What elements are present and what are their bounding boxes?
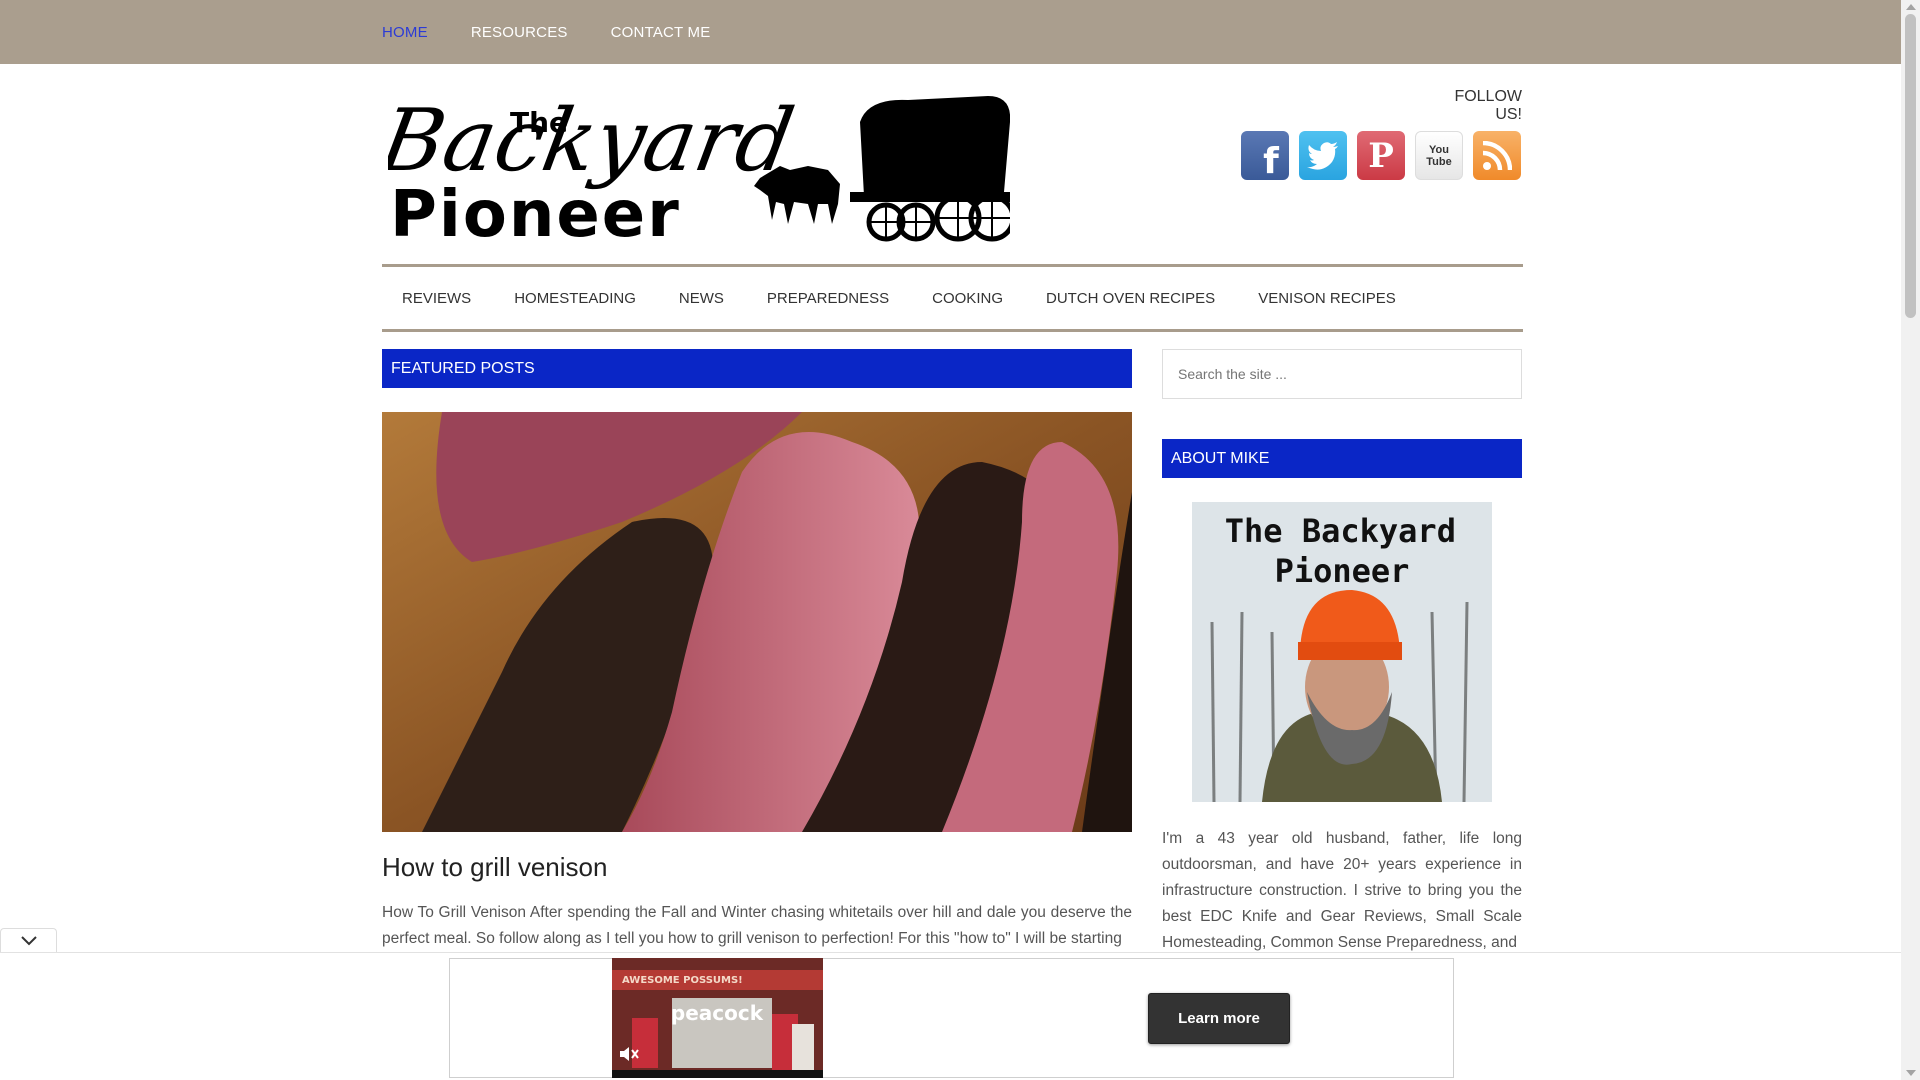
menu-item-cooking[interactable]: COOKING (932, 290, 1003, 307)
rss-glyph (1482, 140, 1512, 170)
site-search-input[interactable] (1162, 349, 1522, 399)
rss-icon[interactable] (1473, 131, 1521, 180)
ad-video-brand: peacock (671, 1001, 764, 1025)
follow-us-label: FOLLOW US! (1454, 88, 1522, 123)
page-scrollbar[interactable] (1901, 0, 1920, 1080)
featured-posts-heading: FEATURED POSTS (382, 349, 1132, 388)
site-logo[interactable]: Backyard The Pioneer (371, 92, 1016, 252)
featured-post-title[interactable]: How to grill venison (382, 852, 607, 883)
ad-video[interactable]: AWESOME POSSUMS! peacock (612, 958, 823, 1078)
ad-video-frame: AWESOME POSSUMS! peacock (612, 958, 823, 1078)
svg-text:Pioneer: Pioneer (390, 178, 681, 244)
youtube-icon[interactable]: You Tube (1415, 131, 1463, 180)
top-nav-bar: HOME RESOURCES CONTACT ME (0, 0, 1901, 64)
menu-item-venison-recipes[interactable]: VENISON RECIPES (1258, 290, 1396, 307)
menu-item-preparedness[interactable]: PREPAREDNESS (767, 290, 889, 307)
top-nav: HOME RESOURCES CONTACT ME (382, 0, 753, 64)
menu-item-reviews[interactable]: REVIEWS (402, 290, 471, 307)
about-mike-text: I'm a 43 year old husband, father, life … (1162, 830, 1522, 951)
svg-text:The: The (510, 106, 568, 139)
social-icons: f P You Tube (1241, 131, 1531, 180)
logo-image: Backyard The Pioneer (371, 92, 1016, 252)
scroll-up-arrow-icon[interactable] (1906, 4, 1916, 10)
learn-more-button[interactable]: Learn more (1148, 993, 1290, 1044)
menu-item-homesteading[interactable]: HOMESTEADING (514, 290, 636, 307)
svg-text:Backyard: Backyard (388, 92, 801, 191)
chevron-down-icon (20, 936, 37, 946)
twitter-icon[interactable] (1299, 131, 1347, 180)
top-nav-contact[interactable]: CONTACT ME (611, 24, 711, 41)
featured-post-image[interactable] (382, 412, 1132, 832)
ad-collapse-toggle[interactable] (0, 928, 57, 953)
top-nav-resources[interactable]: RESOURCES (471, 24, 568, 41)
youtube-glyph: You Tube (1426, 143, 1452, 168)
twitter-bird-glyph (1307, 141, 1338, 170)
pinterest-glyph: P (1368, 135, 1394, 176)
author-portrait: The Backyard Pioneer (1192, 502, 1492, 802)
scroll-down-arrow-icon[interactable] (1906, 1070, 1916, 1076)
featured-post-excerpt: How To Grill Venison After spending the … (382, 904, 1132, 947)
ad-video-banner-text: AWESOME POSSUMS! (622, 975, 743, 986)
page: HOME RESOURCES CONTACT ME Backyard The P… (0, 0, 1920, 1080)
grilled-venison-photo (382, 412, 1132, 832)
menu-item-news[interactable]: NEWS (679, 290, 724, 307)
menu-item-dutch-oven-recipes[interactable]: DUTCH OVEN RECIPES (1046, 290, 1215, 307)
scrollbar-thumb[interactable] (1905, 14, 1916, 318)
facebook-icon[interactable]: f (1241, 131, 1289, 180)
top-nav-home[interactable]: HOME (382, 24, 428, 41)
about-mike-heading: ABOUT MIKE (1162, 439, 1522, 478)
facebook-glyph: f (1263, 141, 1279, 180)
about-mike-image[interactable]: The Backyard Pioneer (1192, 502, 1492, 802)
main-menu: REVIEWS HOMESTEADING NEWS PREPAREDNESS C… (382, 264, 1523, 332)
ad-frame[interactable] (449, 958, 1454, 1078)
pinterest-icon[interactable]: P (1357, 131, 1405, 180)
